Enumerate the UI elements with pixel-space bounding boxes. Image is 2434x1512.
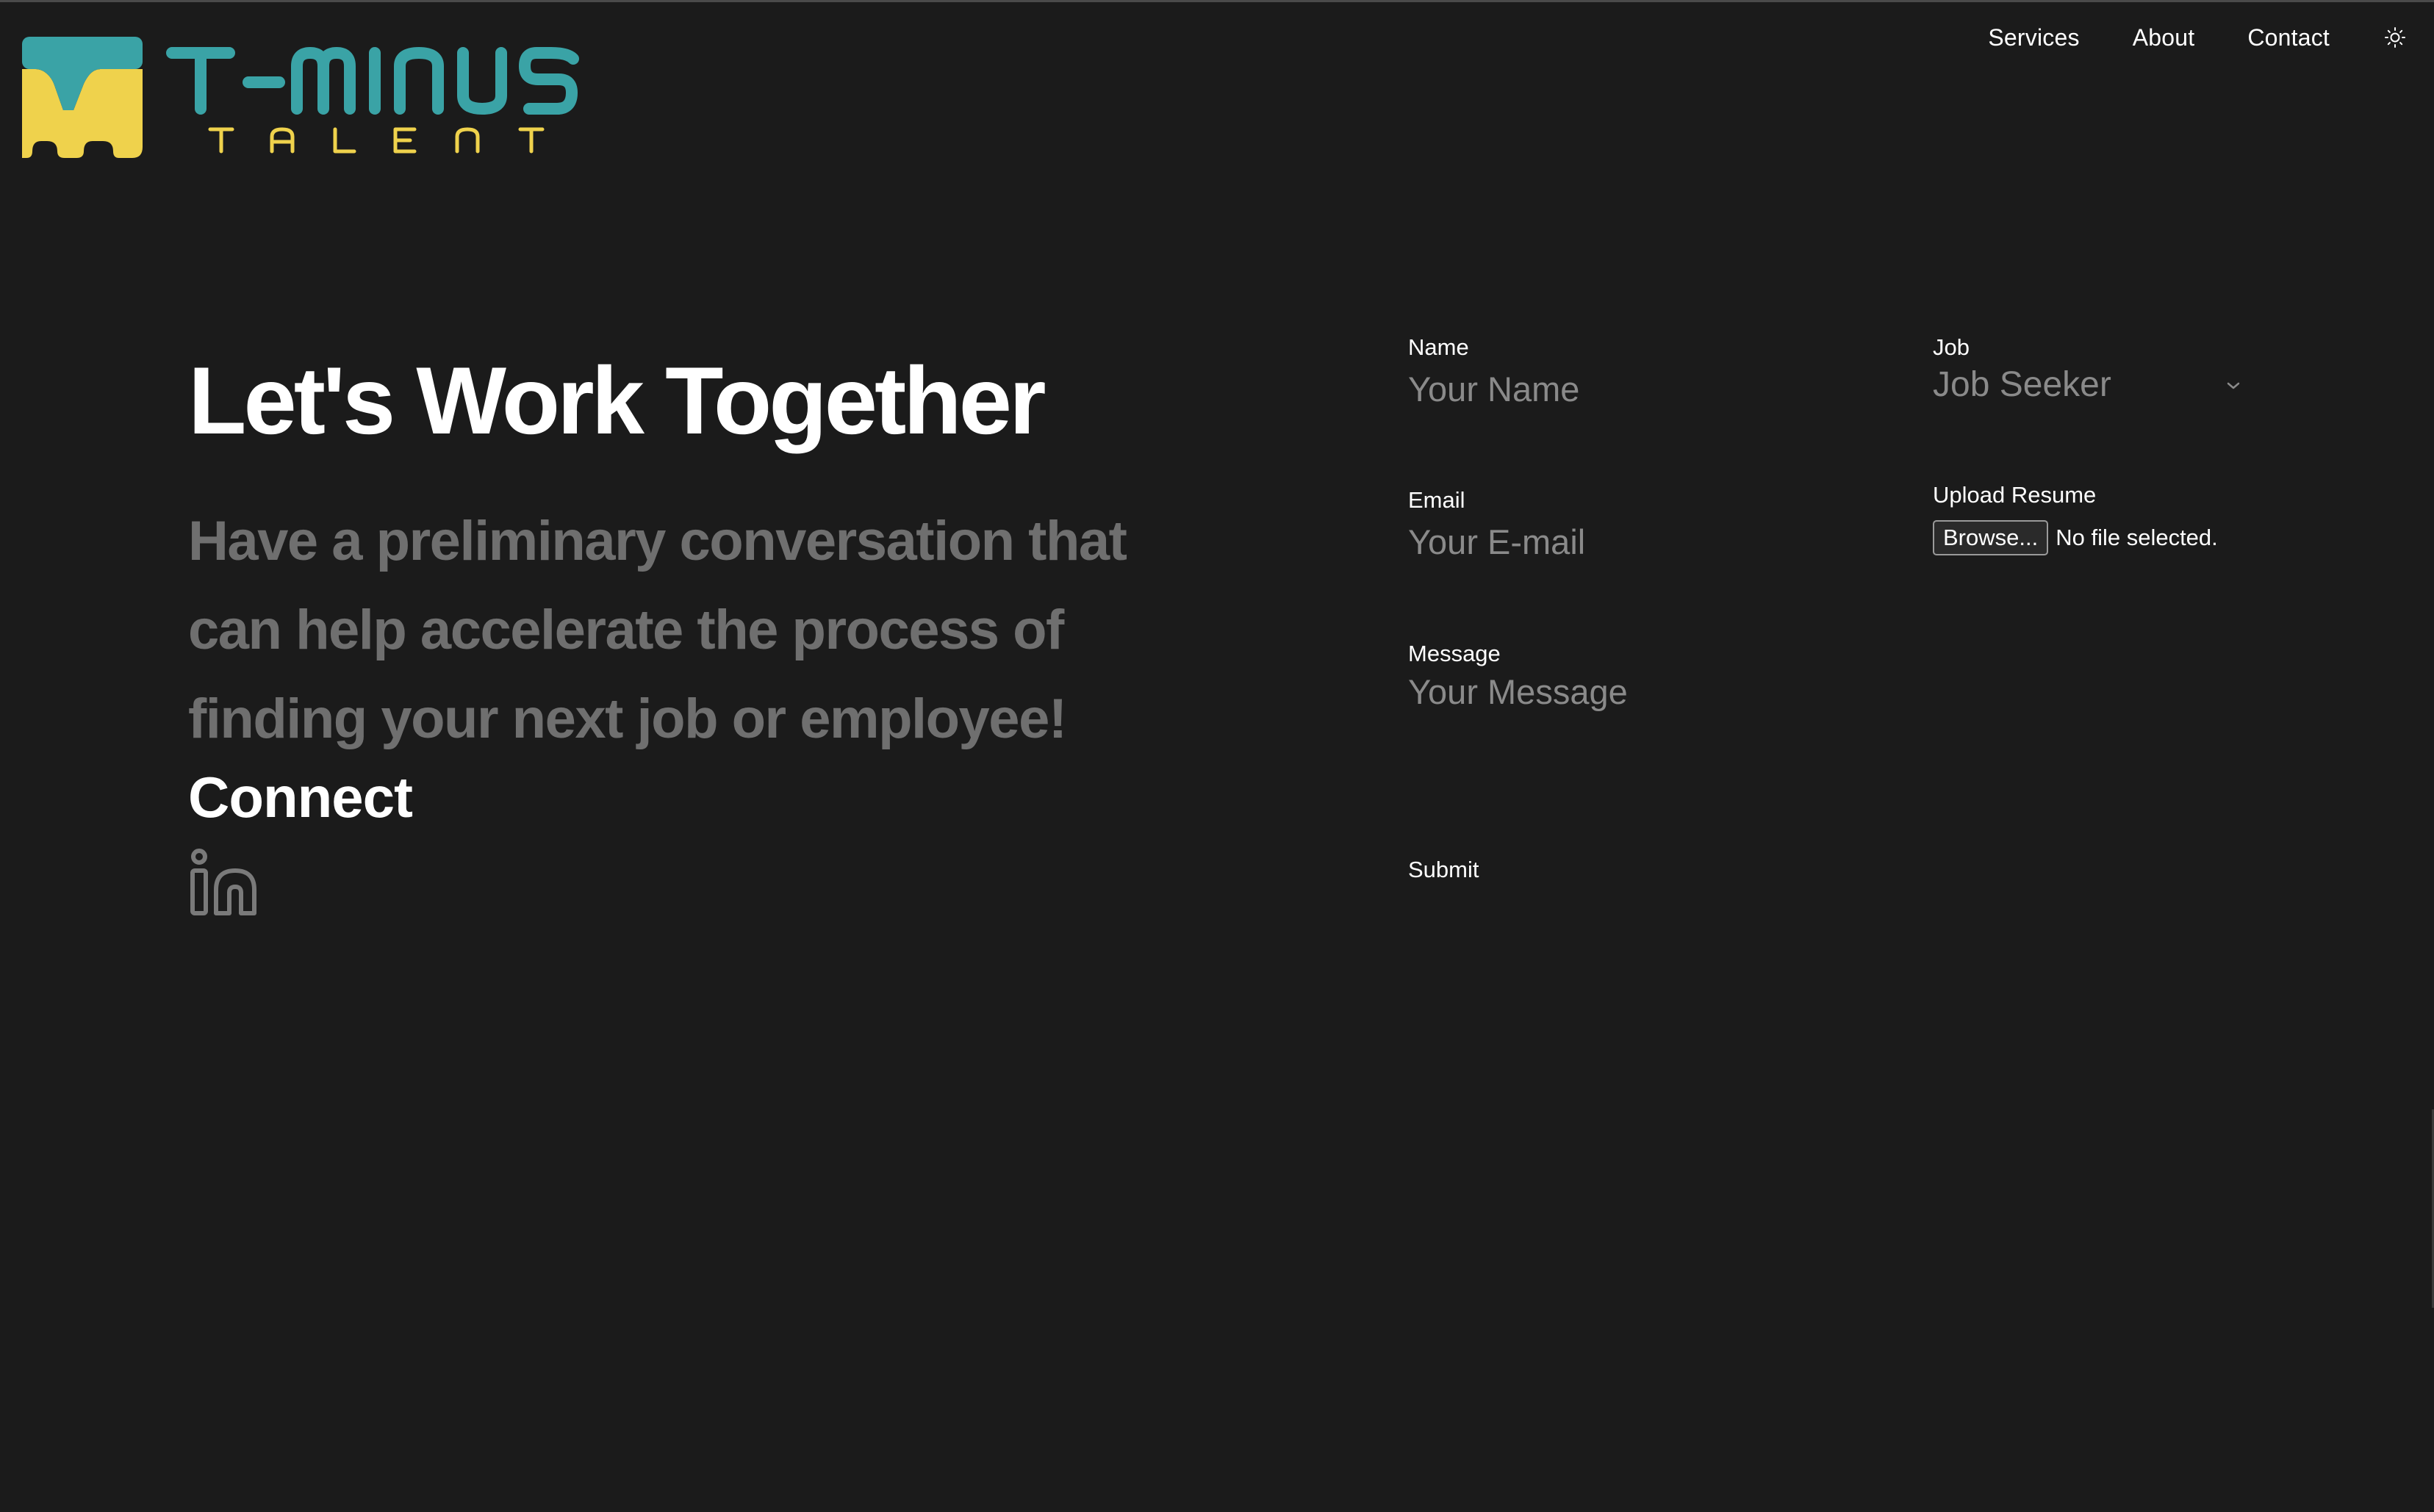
sun-icon xyxy=(2385,27,2405,48)
name-label: Name xyxy=(1408,334,1469,360)
hero-subtitle: Have a preliminary conversation that can… xyxy=(188,510,1127,750)
job-label: Job xyxy=(1933,334,1970,360)
name-input[interactable] xyxy=(1408,366,1864,411)
page-title: Let's Work Together xyxy=(188,347,1047,454)
nav-about-link[interactable]: About xyxy=(2133,24,2195,51)
upload-resume-label: Upload Resume xyxy=(1933,482,2097,508)
job-select[interactable]: Job Seeker xyxy=(1933,364,2241,410)
logo-mark-icon xyxy=(22,37,143,158)
top-border xyxy=(0,0,2434,2)
nav-contact-link[interactable]: Contact xyxy=(2247,24,2330,51)
main-nav: Services About Contact xyxy=(1988,21,2434,54)
resume-file-input: Browse... No file selected. xyxy=(1933,519,2218,556)
connect-heading: Connect xyxy=(188,765,413,829)
email-input[interactable] xyxy=(1408,519,1864,564)
message-label: Message xyxy=(1408,641,1501,666)
linkedin-icon xyxy=(190,849,256,915)
chevron-down-icon xyxy=(2227,382,2240,389)
file-status-text: No file selected. xyxy=(2056,525,2218,550)
email-label: Email xyxy=(1408,487,1465,513)
job-select-value: Job Seeker xyxy=(1933,365,2111,404)
nav-services-link[interactable]: Services xyxy=(1988,24,2079,51)
submit-button[interactable]: Submit xyxy=(1408,857,1479,883)
linkedin-link[interactable] xyxy=(188,849,262,916)
browse-button[interactable]: Browse... xyxy=(1933,520,2049,555)
message-textarea[interactable] xyxy=(1408,672,1864,782)
site-logo[interactable] xyxy=(22,37,610,162)
theme-toggle-button[interactable] xyxy=(2383,25,2408,50)
